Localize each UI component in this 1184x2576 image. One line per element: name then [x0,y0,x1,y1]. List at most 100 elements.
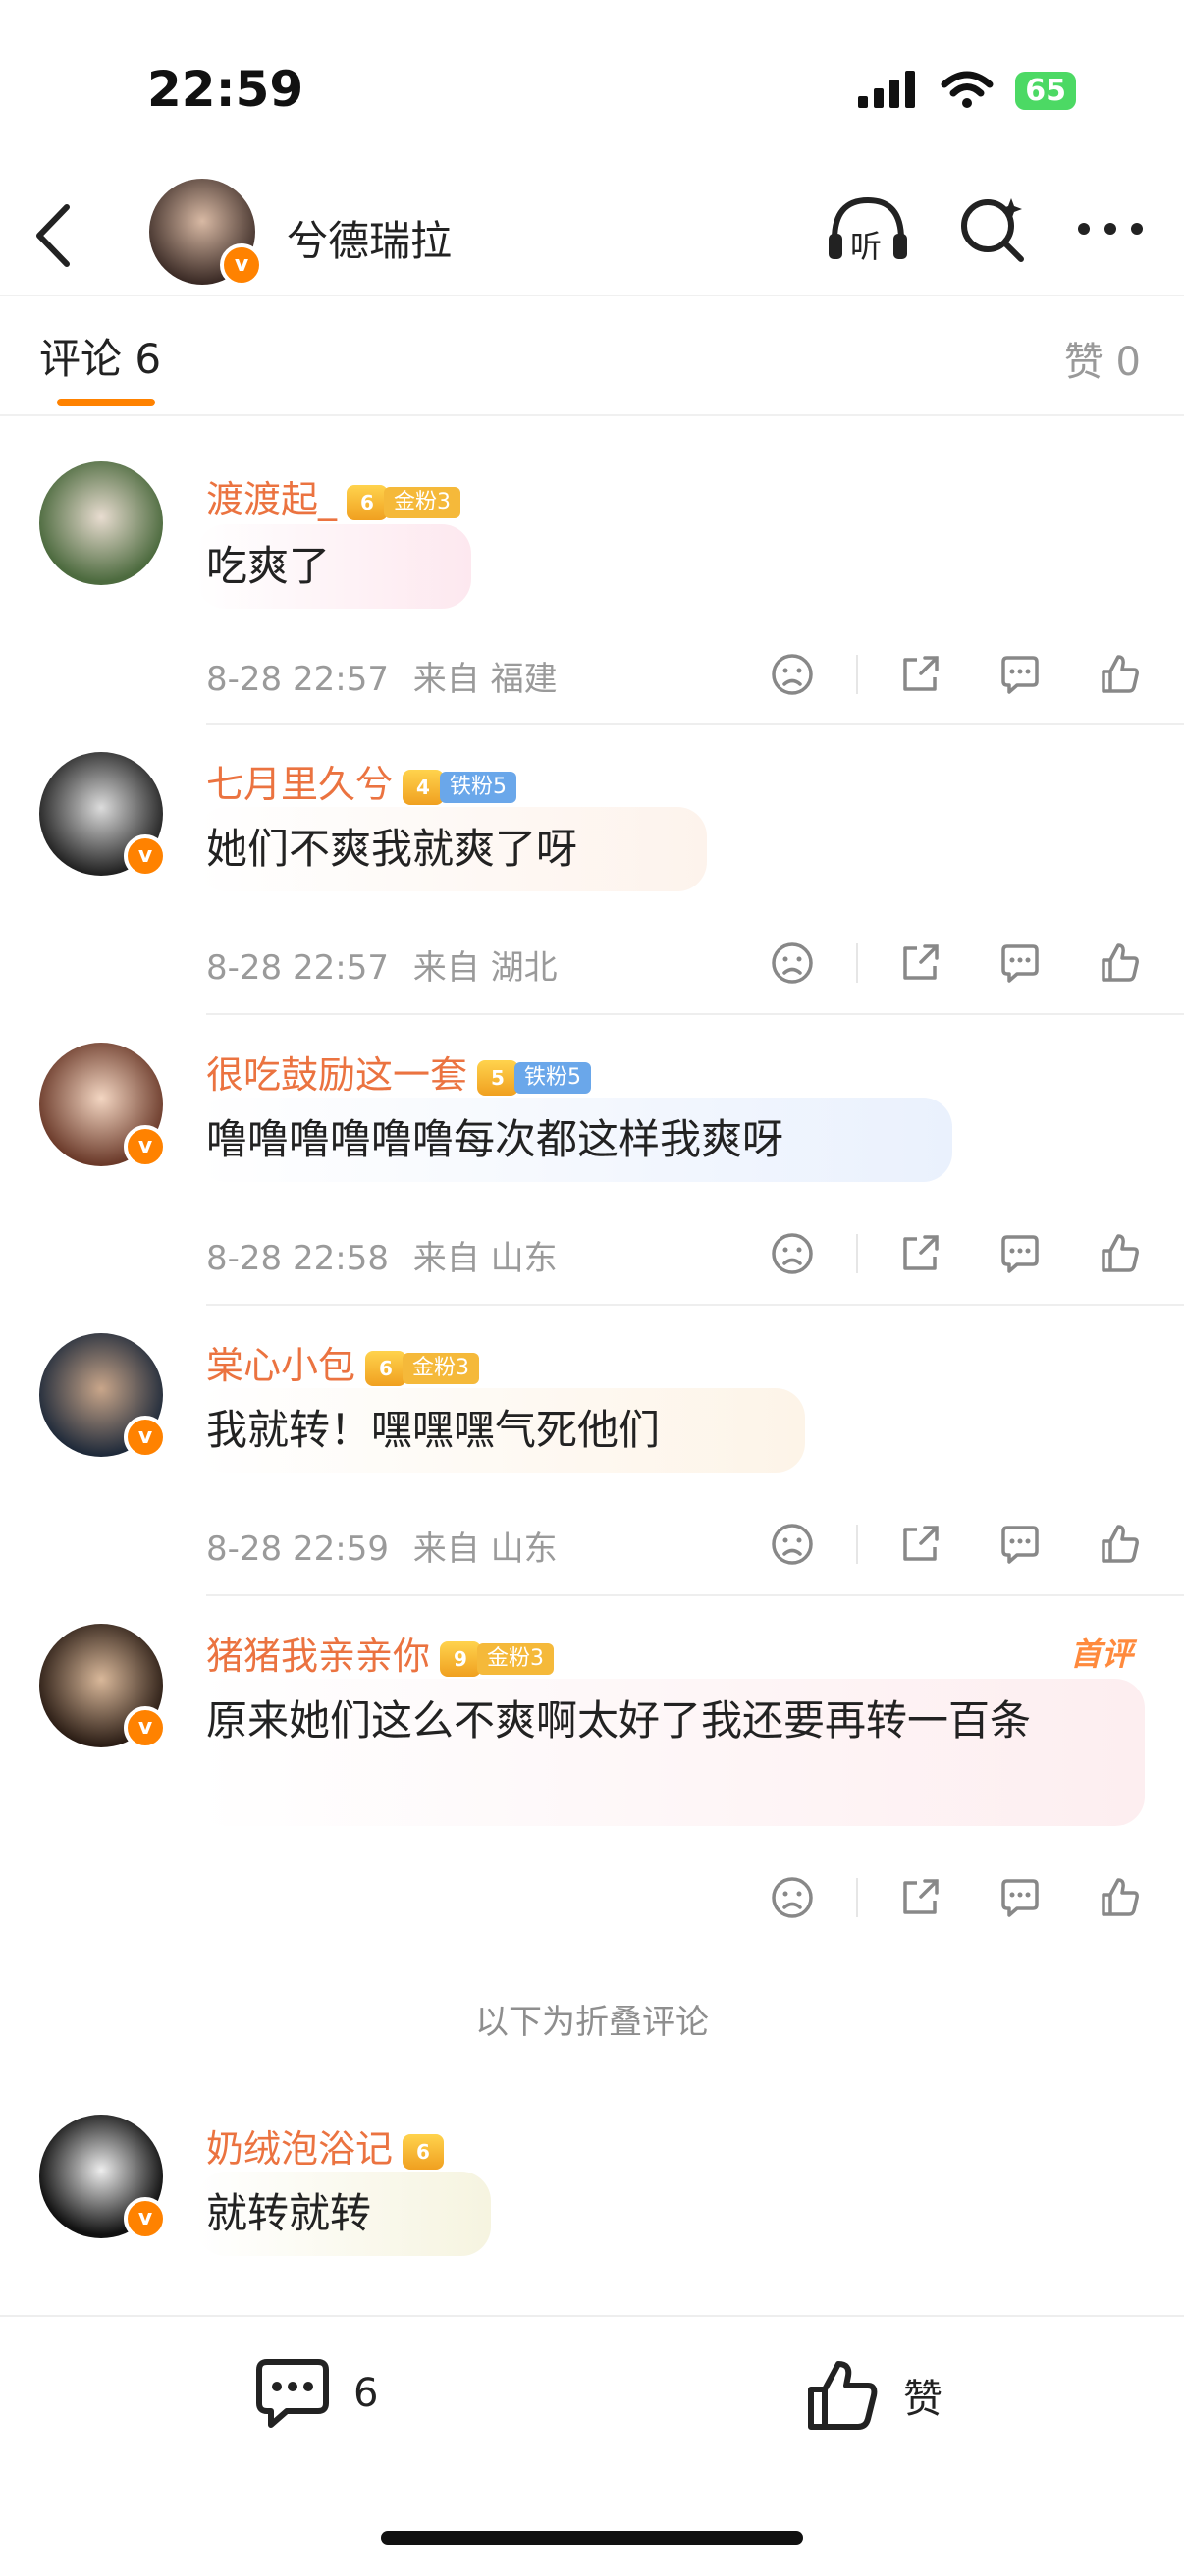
commenter-name[interactable]: 渡渡起_ 6 金粉3 [206,469,461,523]
verified-badge-icon: v [124,1706,167,1749]
reply-button[interactable] [996,650,1045,699]
thumbs-up-icon [1102,1525,1139,1563]
listen-label: 听 [850,228,883,265]
crown-icon: 6 [403,2133,445,2170]
verified-badge-icon: v [124,1125,167,1168]
comment-bubble-icon [1001,656,1039,694]
like-button[interactable] [1096,650,1145,699]
share-button[interactable] [895,1520,944,1569]
dislike-button[interactable] [768,1229,817,1278]
share-icon [903,1235,939,1270]
home-indicator[interactable] [381,2531,803,2545]
action-separator [856,1234,858,1273]
reply-button[interactable] [996,1520,1045,1569]
status-time: 22:59 [147,61,304,118]
comment-count-button[interactable]: 6 [253,2356,378,2431]
comment-divider [206,1013,1184,1015]
share-button[interactable] [895,650,944,699]
comment-bubble-icon [1001,944,1039,983]
verified-badge-icon: v [124,834,167,878]
share-icon [903,1526,939,1561]
sad-face-icon [772,1233,813,1274]
crown-icon: 6 [365,1350,407,1386]
comment-meta: 8-28 22:58 来自 山东 [206,1231,558,1279]
crown-icon: 6 [347,484,389,520]
like-button[interactable] [1096,939,1145,988]
comment-bubble-icon [1001,1526,1039,1564]
comment-location: 来自 湖北 [412,948,558,988]
commenter-name[interactable]: 奶绒泡浴记 6 [206,2119,445,2173]
commenter-name[interactable]: 猪猪我亲亲你 9 金粉3 [206,1626,555,1680]
sad-face-icon [772,942,813,984]
crown-icon: 5 [477,1059,519,1096]
battery-indicator: 65 [1015,71,1076,110]
like-button[interactable] [1096,1229,1145,1278]
comment-meta: 8-28 22:57 来自 湖北 [206,940,558,989]
comment-time: 8-28 22:57 [206,948,389,988]
tab-comments[interactable]: 评论 6 [39,326,161,386]
dislike-button[interactable] [768,650,817,699]
dislike-button[interactable] [768,1520,817,1569]
share-icon [903,944,939,980]
tab-likes[interactable]: 赞 0 [1064,330,1141,387]
back-arrow-icon[interactable] [29,201,79,270]
cellular-signal-icon [858,71,916,108]
thumbs-up-icon [1102,1878,1139,1916]
folded-comments-label[interactable]: 以下为折叠评论 [0,1995,1184,2043]
thumbs-up-icon [1102,943,1139,982]
comment-time: 8-28 22:59 [206,1530,389,1569]
like-post-button[interactable]: 赞 [803,2356,942,2435]
bottom-action-bar: 6 赞 [0,2315,1184,2576]
action-separator [856,1525,858,1564]
reply-button[interactable] [996,1873,1045,1922]
action-separator [856,943,858,983]
comment-time: 8-28 22:57 [206,660,389,699]
verified-badge-icon: v [124,2197,167,2240]
share-icon [903,1879,939,1914]
comment-text: 噜噜噜噜噜噜每次都这样我爽呀 [206,1115,784,1163]
more-options-icon[interactable] [1076,219,1145,239]
like-button[interactable] [1096,1873,1145,1922]
commenter-name[interactable]: 很吃鼓励这一套 5 铁粉5 [206,1045,592,1099]
fan-badge: 9 金粉3 [440,1640,555,1677]
share-icon [903,656,939,691]
comment-meta: 8-28 22:57 来自 福建 [206,652,558,700]
like-button[interactable] [1096,1520,1145,1569]
page-title[interactable]: 兮德瑞拉 [287,208,452,268]
thumbs-up-icon [1102,1234,1139,1272]
status-icons: 65 [858,71,1076,110]
comment-actions [768,1229,1145,1278]
fan-badge: 6 金粉3 [365,1350,480,1386]
sad-face-icon [772,1524,813,1565]
comment-bubble-icon [1001,1879,1039,1917]
fan-badge: 6 金粉3 [347,484,461,520]
wifi-icon [941,71,994,108]
thumbs-up-icon [808,2361,878,2430]
share-button[interactable] [895,1873,944,1922]
dislike-button[interactable] [768,939,817,988]
first-comment-tag: 首评 [1069,1636,1133,1673]
share-button[interactable] [895,1229,944,1278]
listen-button[interactable]: 听 [827,194,909,265]
fan-badge: 5 铁粉5 [477,1059,592,1096]
commenter-name[interactable]: 七月里久兮 4 铁粉5 [206,754,517,808]
share-button[interactable] [895,939,944,988]
dislike-button[interactable] [768,1873,817,1922]
reply-button[interactable] [996,1229,1045,1278]
comment-location: 来自 山东 [412,1239,558,1278]
commenter-name[interactable]: 棠心小包 6 金粉3 [206,1335,480,1389]
comment-count: 6 [353,2371,379,2416]
active-tab-indicator [57,399,155,406]
reply-button[interactable] [996,939,1045,988]
comment-text: 我就转！嘿嘿嘿气死他们 [206,1406,661,1454]
comment-actions [768,1873,1145,1922]
crown-icon: 4 [403,769,445,805]
comment-actions [768,1520,1145,1569]
search-icon[interactable] [958,194,1027,263]
commenter-avatar[interactable] [39,461,163,585]
top-nav-bar: v 兮德瑞拉 听 [0,167,1184,296]
comment-text: 就转就转 [206,2189,372,2237]
fan-badge: 6 [403,2133,445,2170]
thumbs-up-icon [1102,655,1139,693]
comment-text: 原来她们这么不爽啊太好了我还要再转一百条 [206,1696,1032,1744]
